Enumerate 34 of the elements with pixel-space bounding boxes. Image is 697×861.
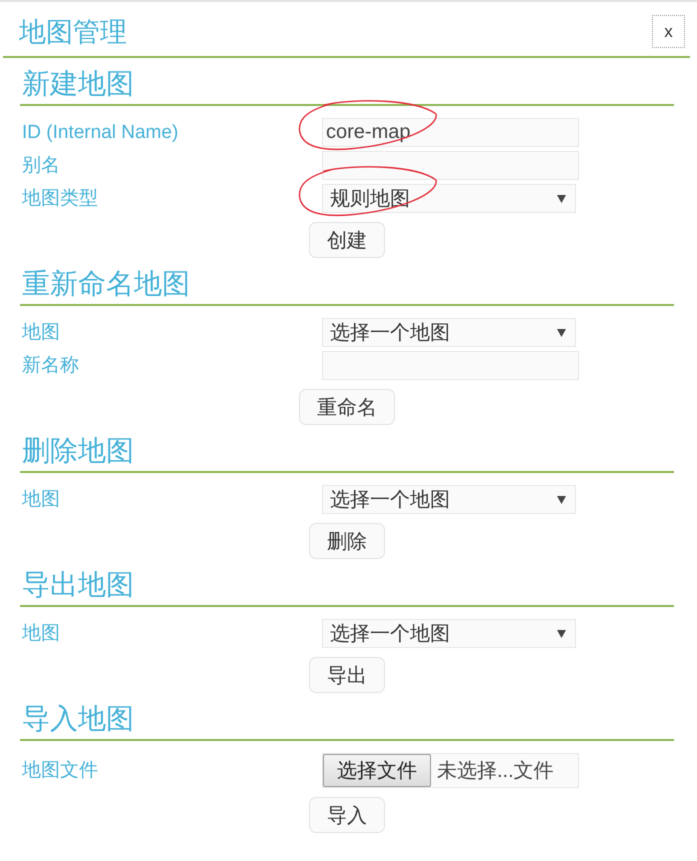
form-button[interactable]: 创建 [309,222,385,258]
dialog-title: 地图管理 [19,16,127,49]
form-button[interactable]: 删除 [309,523,385,559]
file-status: 未选择...文件 [437,759,554,784]
field-label: 地图 [22,488,60,510]
field-label: 地图 [22,622,60,644]
section-heading: 导出地图 [21,569,134,602]
dropdown-select[interactable]: 选择一个地图 [322,318,576,347]
caret-icon [557,328,566,336]
field-label: 新名称 [22,354,79,376]
field-label: 地图类型 [22,188,98,210]
section-heading: 重新命名地图 [21,268,190,301]
dropdown-select[interactable]: 选择一个地图 [322,485,576,514]
form-button[interactable]: 重命名 [299,389,395,425]
text-input[interactable] [322,351,579,380]
section-heading: 删除地图 [21,435,134,468]
field-label: 别名 [22,154,60,176]
caret-icon [557,194,566,202]
file-picker[interactable]: 选择文件 未选择...文件 [322,753,579,788]
form-button[interactable]: 导出 [309,657,385,693]
caret-icon [557,496,566,504]
choose-file-button[interactable]: 选择文件 [323,754,431,787]
field-label: 地图文件 [22,760,98,782]
section-heading: 新建地图 [21,68,134,101]
field-label: ID (Internal Name) [22,122,178,144]
dropdown-select[interactable]: 规则地图 [322,184,576,213]
caret-icon [557,630,566,638]
text-input[interactable] [322,151,579,180]
section-heading: 导入地图 [21,703,134,736]
field-label: 地图 [22,322,60,344]
text-input[interactable]: core-map [322,118,579,147]
dropdown-select[interactable]: 选择一个地图 [322,619,576,648]
close-button[interactable]: x [652,15,685,48]
form-button[interactable]: 导入 [309,797,385,833]
